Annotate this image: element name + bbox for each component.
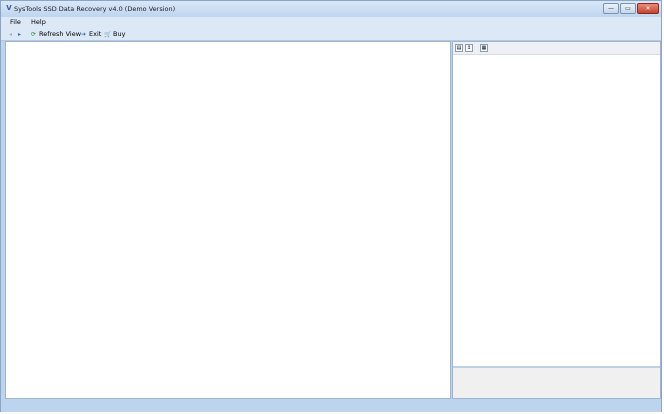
cart-icon: 🛒 (104, 30, 112, 38)
close-button[interactable]: ✕ (637, 3, 659, 14)
exit-label: Exit (89, 30, 102, 38)
content-pane[interactable] (5, 41, 451, 399)
next-button[interactable]: ▸ (16, 29, 25, 39)
property-description-panel (453, 366, 660, 398)
refresh-view-button[interactable]: ⟳ Refresh View (30, 29, 81, 39)
menu-file[interactable]: File (10, 18, 21, 27)
buy-label: Buy (113, 30, 126, 38)
exit-icon: ➜ (80, 30, 87, 38)
menu-bar: File Help (1, 17, 661, 28)
properties-pane: ▤ ↕ ▦ (452, 41, 661, 399)
title-bar[interactable]: V SysTools SSD Data Recovery v4.0 (Demo … (1, 1, 661, 17)
refresh-icon: ⟳ (30, 30, 37, 38)
window-title: SysTools SSD Data Recovery v4.0 (Demo Ve… (14, 5, 176, 13)
main-toolbar: ◂ ▸ ⟳ Refresh View ➜ Exit 🛒 Buy (1, 28, 661, 41)
app-icon: V (6, 4, 12, 12)
application-window: V SysTools SSD Data Recovery v4.0 (Demo … (0, 0, 662, 412)
buy-button[interactable]: 🛒 Buy (104, 29, 125, 39)
status-bar (1, 400, 661, 412)
maximize-button[interactable]: ▭ (620, 3, 636, 14)
properties-toolbar: ▤ ↕ ▦ (453, 42, 660, 55)
property-pages-icon[interactable]: ▦ (480, 44, 488, 52)
previous-icon: ◂ (8, 30, 12, 38)
refresh-view-label: Refresh View (39, 30, 82, 38)
menu-help[interactable]: Help (31, 18, 46, 27)
alphabetical-sort-icon[interactable]: ↕ (465, 44, 473, 52)
categorized-view-icon[interactable]: ▤ (455, 44, 463, 52)
window-controls: — ▭ ✕ (602, 3, 659, 15)
next-icon: ▸ (17, 30, 21, 38)
minimize-button[interactable]: — (603, 3, 619, 14)
previous-button[interactable]: ◂ (7, 29, 16, 39)
exit-button[interactable]: ➜ Exit (80, 29, 101, 39)
